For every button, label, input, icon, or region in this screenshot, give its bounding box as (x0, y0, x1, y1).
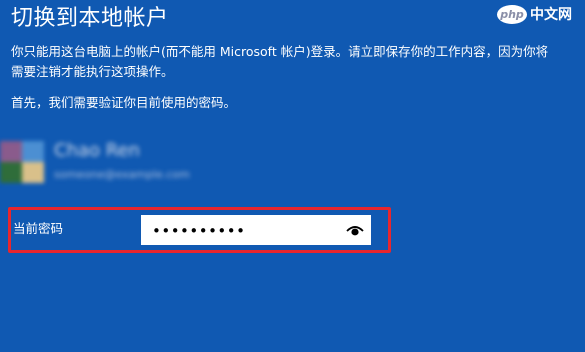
php-logo-icon: php (497, 5, 527, 24)
password-value: •••••••••• (152, 222, 246, 240)
current-password-input[interactable]: •••••••••• (141, 215, 371, 245)
description-text: 你只能用这台电脑上的帐户(而不能用 Microsoft 帐户)登录。请立即保存你… (11, 44, 549, 79)
watermark-text: 中文网 (530, 7, 572, 23)
verify-instruction: 首先，我们需要验证你目前使用的密码。 (11, 95, 237, 110)
password-label: 当前密码 (13, 221, 64, 236)
eye-icon[interactable] (346, 224, 364, 237)
account-info: Chao Ren someone@example.com (0, 138, 230, 188)
account-name: Chao Ren (54, 140, 140, 161)
page-title: 切换到本地帐户 (11, 6, 169, 31)
avatar (0, 141, 44, 183)
watermark: php 中文网 (497, 4, 579, 26)
switch-local-account-page: 切换到本地帐户 你只能用这台电脑上的帐户(而不能用 Microsoft 帐户)登… (0, 0, 585, 352)
account-email: someone@example.com (54, 168, 190, 181)
